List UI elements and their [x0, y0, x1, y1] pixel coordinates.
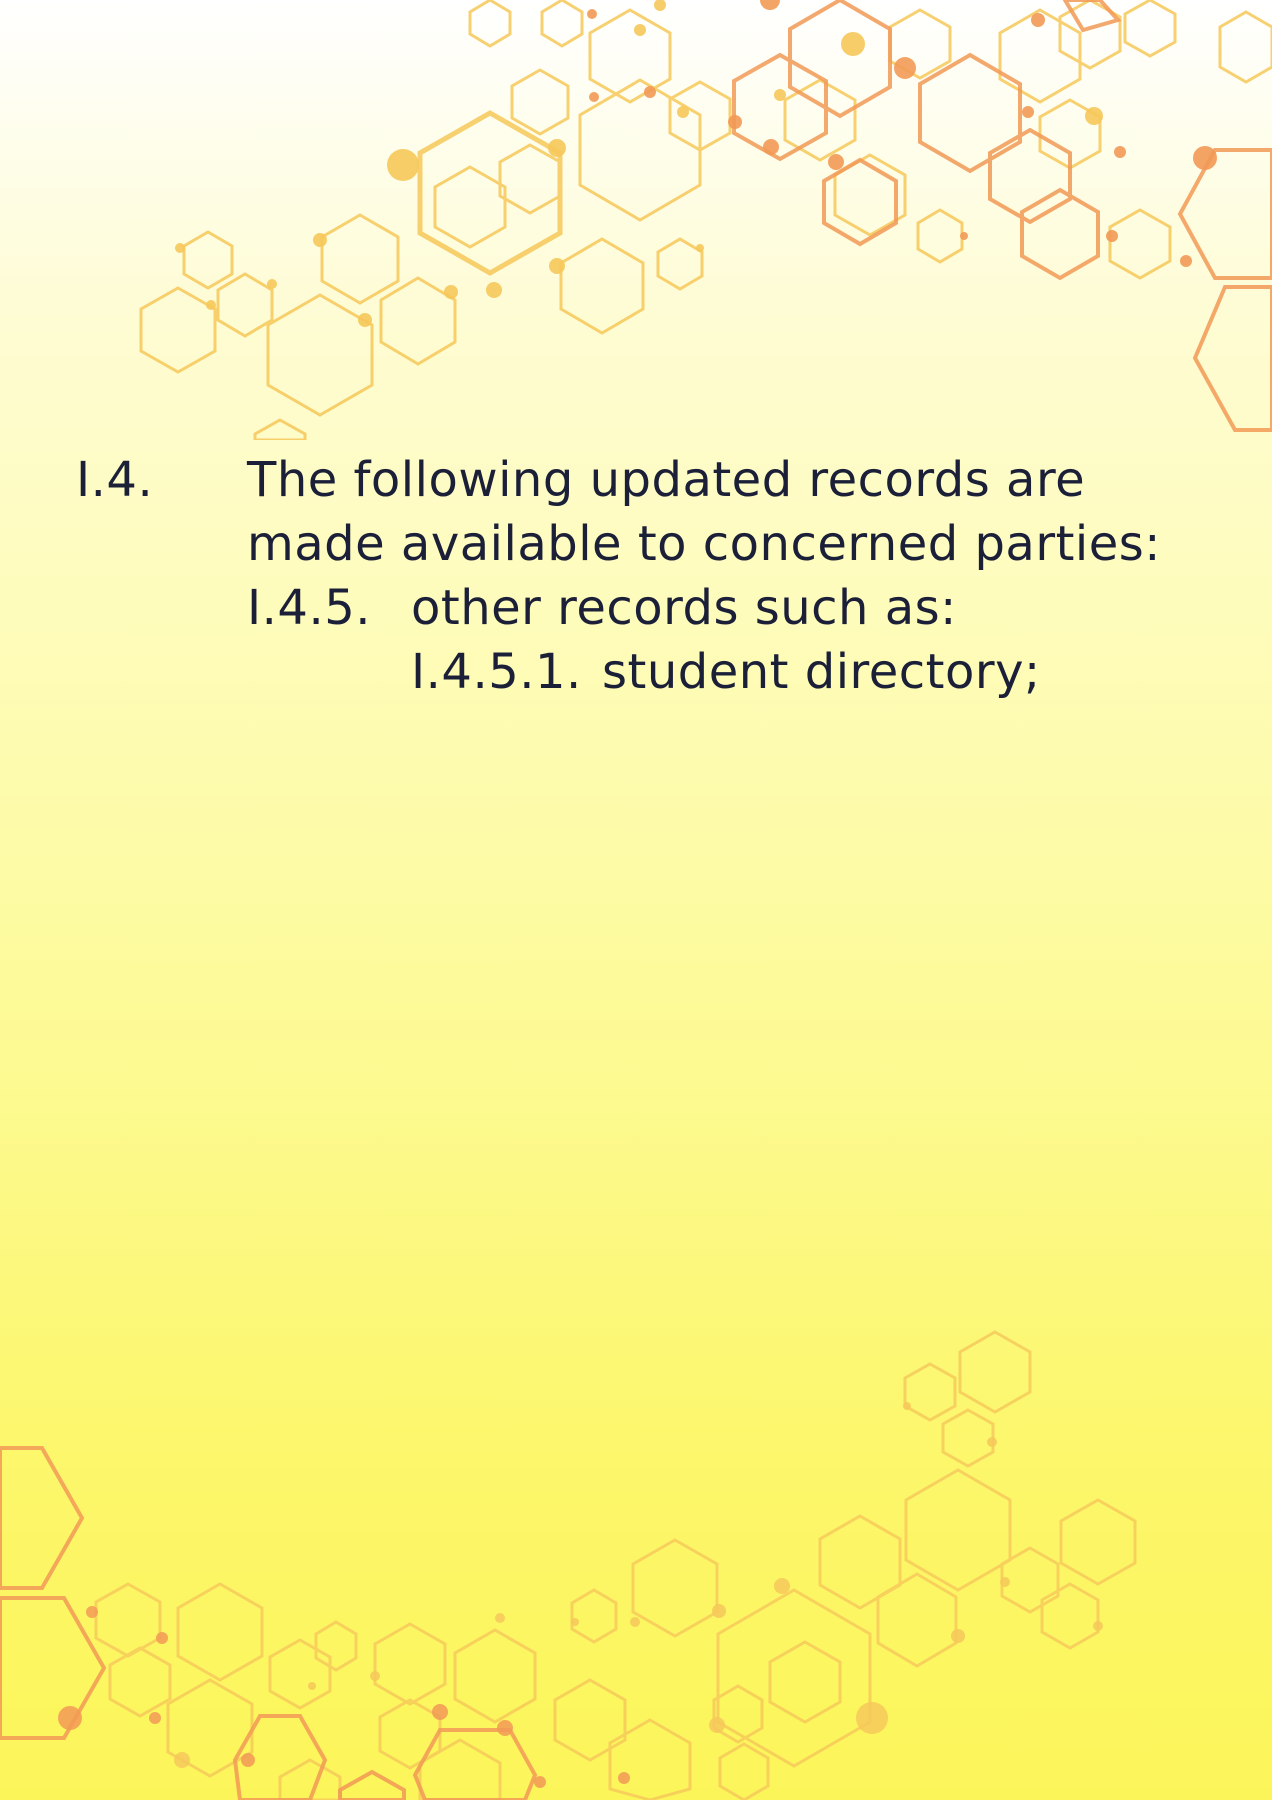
section-text-line-1: The following updated records are — [247, 452, 1086, 508]
section-text-line-2: made available to concerned parties: — [247, 516, 1161, 572]
section-number: I.4. — [76, 452, 154, 508]
subsection-text: other records such as: — [411, 580, 957, 636]
document-body: I.4. The following updated records are m… — [0, 0, 1272, 1800]
list-item-text: student directory; — [602, 644, 1041, 700]
list-item-number: I.4.5.1. — [411, 644, 582, 700]
subsection-number: I.4.5. — [247, 580, 372, 636]
document-page: I.4. The following updated records are m… — [0, 0, 1272, 1800]
